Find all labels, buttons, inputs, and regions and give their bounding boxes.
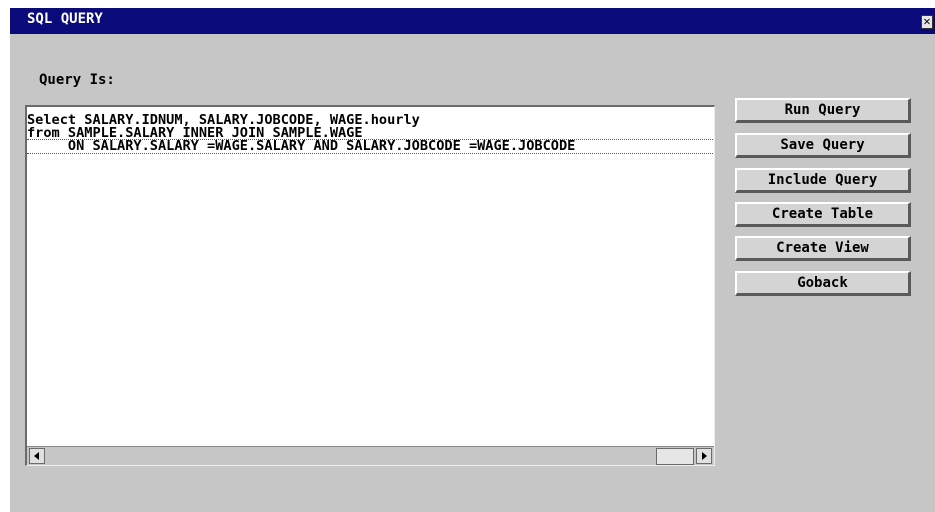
horizontal-scrollbar[interactable] [27, 446, 714, 465]
sql-query-window: SQL QUERY ✕ Query Is: Select SALARY.IDNU… [10, 8, 935, 512]
include-query-button[interactable]: Include Query [735, 168, 911, 193]
run-query-button[interactable]: Run Query [735, 98, 911, 123]
create-table-button[interactable]: Create Table [735, 202, 911, 227]
scroll-left-icon[interactable] [29, 448, 45, 464]
query-label: Query Is: [39, 72, 115, 88]
scroll-track[interactable] [47, 449, 676, 464]
save-query-button[interactable]: Save Query [735, 133, 911, 158]
create-view-button[interactable]: Create View [735, 236, 911, 261]
window-title: SQL QUERY [27, 11, 103, 27]
close-icon[interactable]: ✕ [921, 15, 933, 29]
query-line: ON SALARY.SALARY =WAGE.SALARY AND SALARY… [27, 139, 714, 154]
scroll-right-icon[interactable] [696, 448, 712, 464]
title-bar: SQL QUERY ✕ [10, 8, 935, 34]
scroll-thumb[interactable] [656, 448, 694, 465]
query-text-area[interactable]: Select SALARY.IDNUM, SALARY.JOBCODE, WAG… [25, 105, 715, 466]
query-line: Select SALARY.IDNUM, SALARY.JOBCODE, WAG… [27, 114, 420, 127]
goback-button[interactable]: Goback [735, 271, 911, 296]
